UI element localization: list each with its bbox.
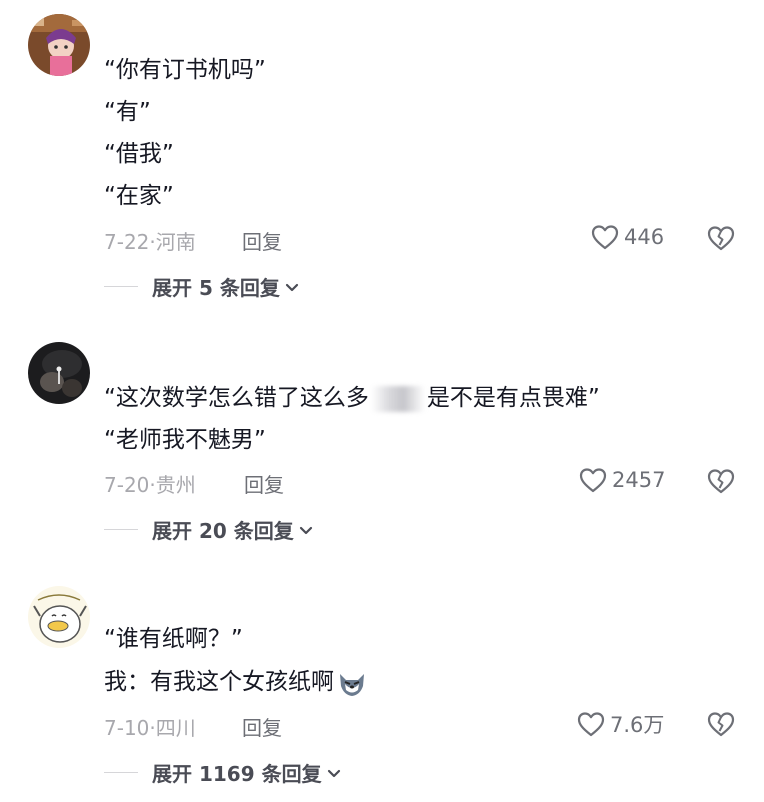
comment-text-line: “老师我不魅男” [104,427,266,453]
comment-date: 7-20 [104,473,150,497]
reply-button[interactable]: 回复 [242,712,282,741]
comment-text-line: “这次数学怎么错了这么多 是不是有点畏难” [104,383,600,413]
avatar[interactable] [28,586,90,648]
expand-replies-label: 展开 20 条回复 [152,519,294,543]
comment-date: 7-22 [104,230,150,254]
comment-text-part: “这次数学怎么错了这么多 [104,385,369,411]
comment-text-line: “谁有纸啊？” [104,626,243,652]
reply-button[interactable]: 回复 [244,469,284,498]
like-count: 7.6万 [610,713,665,737]
comment-location: 四川 [155,716,196,740]
heart-outline-icon [577,712,605,737]
comment-text-line: “在家” [104,183,174,209]
expand-replies-label: 展开 1169 条回复 [152,762,322,786]
comment-text-line: “借我” [104,141,174,167]
chevron-down-icon [285,283,298,291]
avatar[interactable] [28,342,90,404]
comment-location: 贵州 [155,473,196,497]
comment-text-line: “你有订书机吗” [104,57,266,83]
wolf-face-emoji-icon [340,673,364,696]
comment-text-part: 我：有我这个女孩纸啊 [104,669,334,695]
like-button[interactable]: 2457 [578,466,665,494]
comment-date: 7-10 [104,716,150,740]
expand-replies-button[interactable]: 展开 20 条回复 [104,515,314,544]
comment-text-line: 我：有我这个女孩纸啊 [104,667,368,698]
like-count: 2457 [612,468,666,492]
comment-location: 河南 [155,230,196,254]
reply-button[interactable]: 回复 [242,226,282,255]
expand-replies-button[interactable]: 展开 1169 条回复 [104,758,342,787]
avatar[interactable] [28,14,90,76]
comment-text-line: “有” [104,99,151,125]
like-count: 446 [624,225,665,249]
divider [104,528,138,531]
divider [104,285,138,288]
comment-meta: 7-22·河南 [104,230,196,254]
comment-text-part: 是不是有点畏难” [426,385,600,411]
broken-heart-icon[interactable] [706,224,736,252]
comment-meta: 7-10·四川 [104,716,196,740]
chevron-down-icon [299,526,312,534]
heart-outline-icon [591,225,619,250]
broken-heart-icon[interactable] [706,710,736,738]
like-button[interactable]: 7.6万 [576,709,664,739]
divider [104,771,138,774]
censored-blur [370,385,425,412]
expand-replies-button[interactable]: 展开 5 条回复 [104,272,300,301]
chevron-down-icon [327,769,340,777]
broken-heart-icon[interactable] [706,467,736,495]
expand-replies-label: 展开 5 条回复 [152,276,280,300]
like-button[interactable]: 446 [590,223,664,251]
comment-meta: 7-20·贵州 [104,473,196,497]
heart-outline-icon [579,468,607,493]
